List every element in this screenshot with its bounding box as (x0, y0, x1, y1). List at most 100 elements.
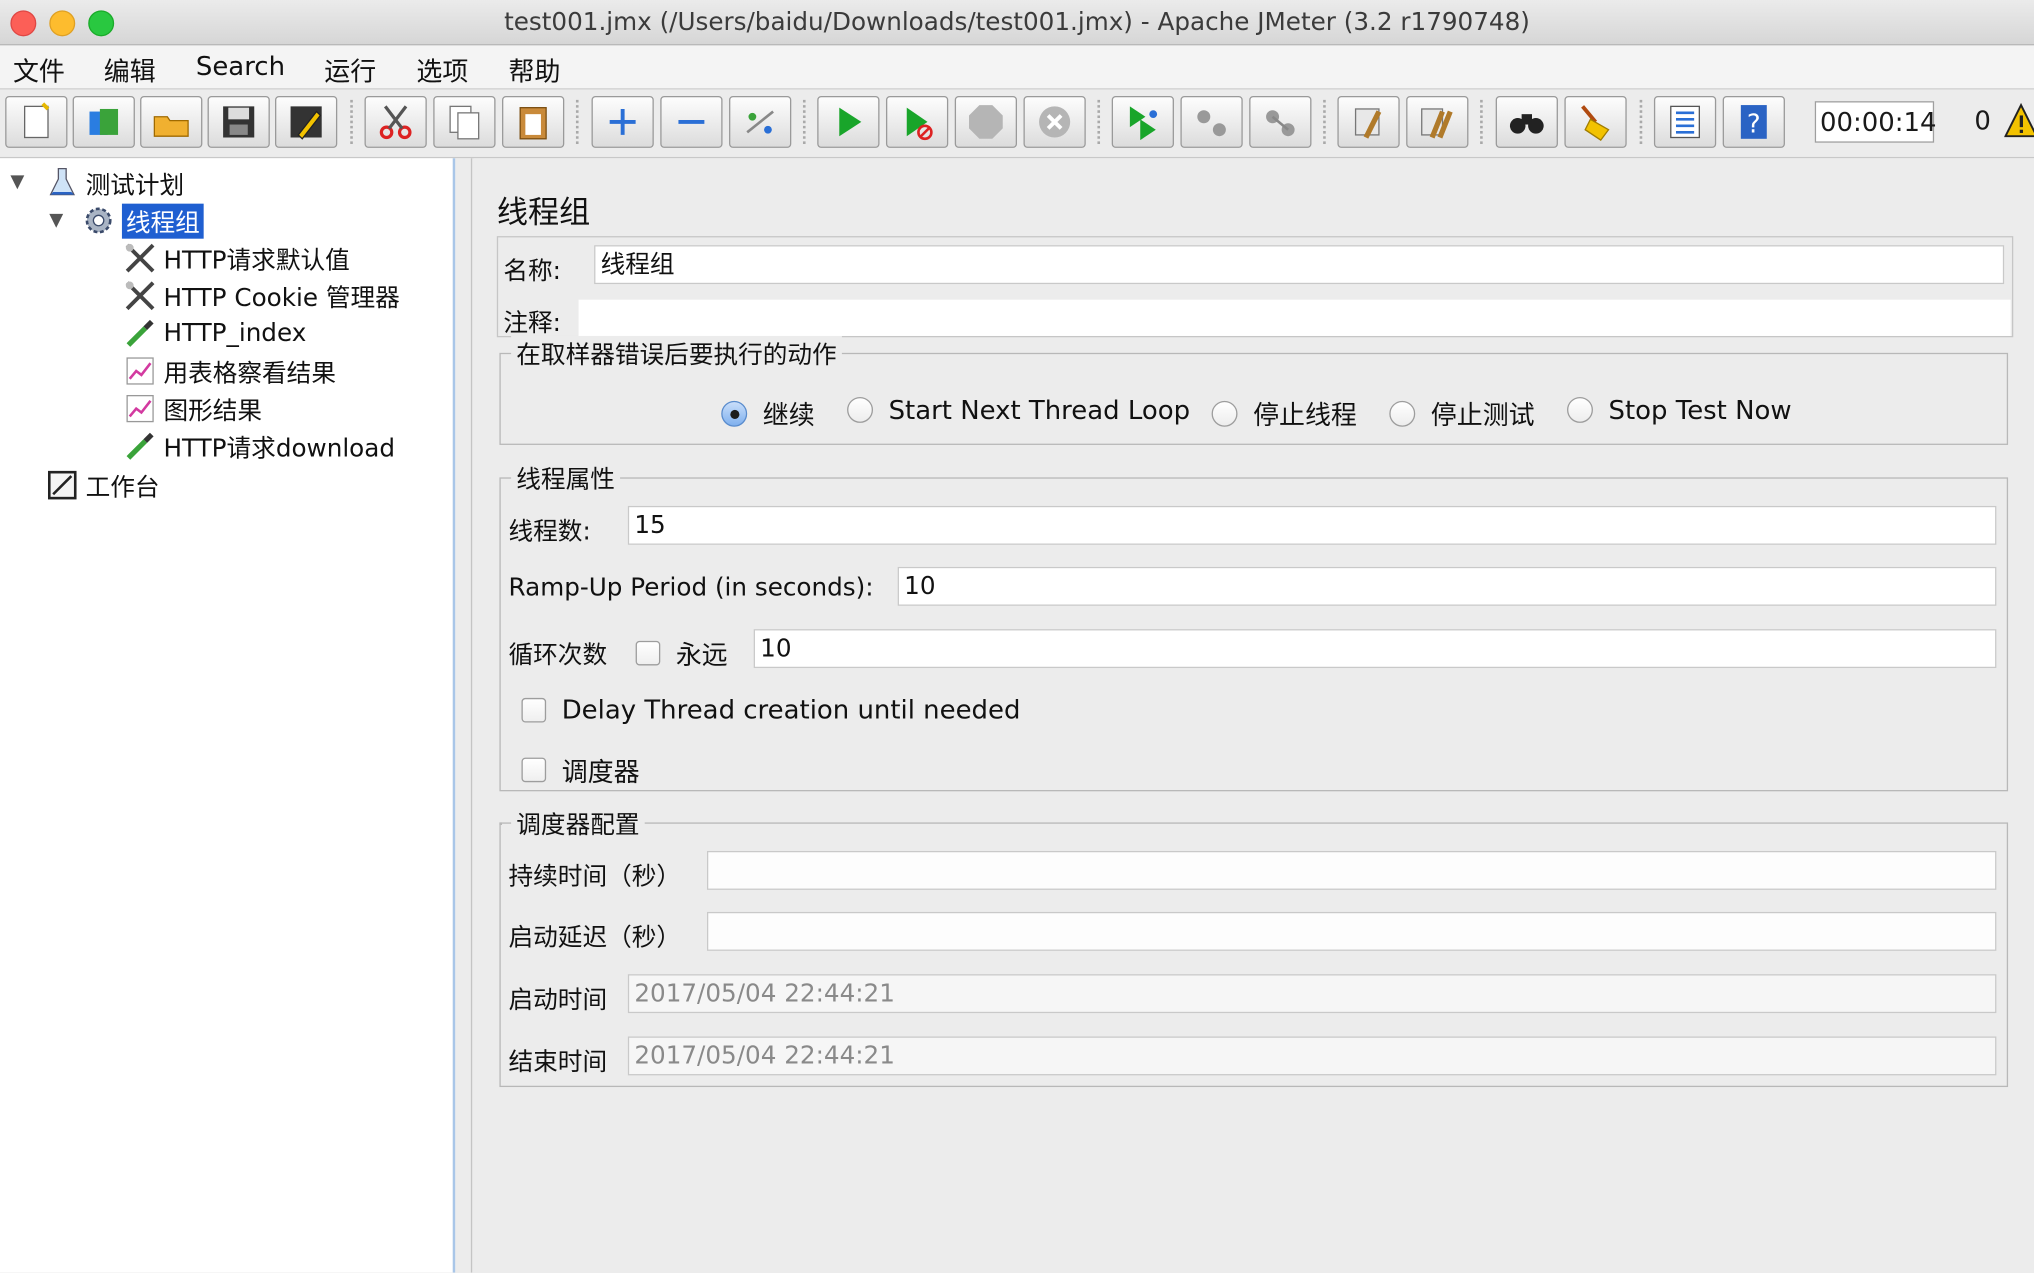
tree-item-label: 图形结果 (163, 396, 263, 425)
radio-stop-test-now[interactable]: Stop Test Now (1567, 394, 1792, 425)
radio-indicator (847, 396, 874, 423)
tree-item-workbench[interactable]: 工作台 (44, 467, 160, 503)
scheduler-checkbox[interactable]: 调度器 (521, 751, 640, 789)
checkbox-box (635, 640, 661, 666)
radio-indicator (1567, 396, 1593, 423)
menu-file[interactable]: 文件 (13, 51, 65, 89)
pipette-icon (122, 428, 158, 464)
comment-field[interactable] (578, 299, 2011, 336)
start-no-pauses-button[interactable] (885, 95, 949, 148)
shutdown-button[interactable] (1023, 95, 1086, 148)
toolbar: ? 00:00:14 0 (0, 89, 2034, 159)
radio-indicator (721, 400, 748, 427)
collapse-caret-icon[interactable]: ▼ (10, 171, 24, 192)
radio-indicator (1389, 400, 1416, 427)
tree-item-graph-results[interactable]: 图形结果 (122, 390, 262, 426)
clear-all-button[interactable] (1406, 95, 1469, 148)
reset-search-button[interactable] (1564, 95, 1627, 148)
threads-label: 线程数: (508, 517, 591, 547)
start-button[interactable] (817, 95, 880, 148)
radio-start-next-loop[interactable]: Start Next Thread Loop (847, 394, 1190, 425)
remote-stop-all-button[interactable] (1180, 95, 1243, 148)
tree-item-view-results-table[interactable]: 用表格察看结果 (122, 353, 336, 389)
save-button[interactable] (207, 95, 270, 148)
rampup-field[interactable]: 10 (897, 566, 1997, 606)
toggle-button[interactable] (729, 95, 792, 148)
save-as-icon (290, 106, 322, 140)
tree-item-label: 线程组 (121, 203, 204, 239)
name-label: 名称: (503, 256, 561, 286)
group-title: 线程属性 (511, 460, 621, 496)
radio-stop-test[interactable]: 停止测试 (1389, 394, 1535, 432)
tree-item-test-plan[interactable]: 测试计划 (44, 165, 184, 201)
forever-checkbox[interactable]: 永远 (635, 634, 728, 672)
help-icon: ? (1740, 105, 1767, 139)
duration-field[interactable] (706, 850, 1997, 890)
duration-label: 持续时间（秒） (508, 862, 682, 892)
warning-icon[interactable] (2004, 102, 2034, 138)
cut-button[interactable] (364, 95, 427, 148)
group-title: 在取样器错误后要执行的动作 (511, 335, 842, 371)
startup-delay-field[interactable] (706, 911, 1997, 951)
split-pane-divider[interactable] (455, 158, 473, 1273)
wrench-icon (122, 240, 158, 276)
tree-item-label: 测试计划 (85, 170, 185, 200)
delay-thread-creation-checkbox[interactable]: Delay Thread creation until needed (521, 694, 1020, 725)
stop-icon (969, 105, 1003, 139)
open-button[interactable] (140, 95, 203, 148)
clear-all-icon (1421, 108, 1453, 139)
svg-text:?: ? (1747, 109, 1761, 139)
cut-icon (379, 105, 412, 140)
tree-item-thread-group[interactable]: 线程组 (80, 202, 204, 239)
new-button[interactable] (5, 95, 68, 148)
start-time-field[interactable]: 2017/05/04 22:44:21 (627, 974, 1997, 1014)
pipette-icon (122, 315, 158, 351)
collapse-all-button[interactable] (660, 95, 723, 148)
tree-item-label: HTTP请求默认值 (163, 245, 350, 275)
wrench-icon (122, 278, 158, 314)
start-icon (839, 107, 862, 137)
radio-label: 继续 (762, 399, 815, 431)
shutdown-icon (1039, 106, 1071, 138)
search-button[interactable] (1495, 95, 1558, 148)
stop-button[interactable] (954, 95, 1018, 148)
loop-count-field[interactable]: 10 (753, 629, 1997, 669)
end-time-field[interactable]: 2017/05/04 22:44:21 (627, 1036, 1997, 1076)
tree-item-label: 工作台 (85, 472, 160, 502)
open-icon (153, 116, 189, 137)
menu-options[interactable]: 选项 (416, 51, 468, 89)
tree-item-http-index[interactable]: HTTP_index (122, 315, 306, 351)
clear-icon (1354, 108, 1382, 139)
checkbox-box (521, 697, 547, 722)
templates-button[interactable] (72, 95, 135, 148)
remote-start-all-button[interactable] (1111, 95, 1174, 148)
expand-all-button[interactable] (591, 95, 654, 148)
tree-item-cookie-manager[interactable]: HTTP Cookie 管理器 (122, 278, 400, 314)
remote-shutdown-all-button[interactable] (1249, 95, 1312, 148)
menu-run[interactable]: 运行 (324, 51, 376, 89)
thread-group-panel: 线程组 名称: 线程组 注释: 在取样器错误后要执行的动作 继续 Start N… (473, 158, 2034, 1273)
clear-button[interactable] (1337, 95, 1400, 148)
remote-stop-icon (1197, 110, 1226, 137)
end-time-label: 结束时间 (508, 1048, 608, 1077)
tree-item-http-defaults[interactable]: HTTP请求默认值 (122, 240, 350, 276)
test-plan-tree: ▼ 测试计划 ▼ 线程组 HTTP请求默认值 HTTP Cookie 管理器 H… (0, 158, 456, 1273)
tree-item-http-download[interactable]: HTTP请求download (122, 428, 395, 464)
save-as-button[interactable] (275, 95, 338, 148)
paste-button[interactable] (502, 95, 565, 148)
help-button[interactable]: ? (1722, 95, 1785, 148)
threads-field[interactable]: 15 (627, 505, 1997, 545)
radio-stop-thread[interactable]: 停止线程 (1211, 394, 1357, 432)
copy-button[interactable] (433, 95, 496, 148)
name-field[interactable]: 线程组 (594, 245, 2005, 285)
collapse-caret-icon[interactable]: ▼ (49, 210, 63, 231)
window-title: test001.jmx (/Users/baidu/Downloads/test… (504, 7, 1530, 37)
radio-label: 停止测试 (1430, 399, 1535, 431)
menu-help[interactable]: 帮助 (509, 51, 561, 89)
function-helper-button[interactable] (1653, 95, 1717, 148)
menu-edit[interactable]: 编辑 (104, 51, 156, 89)
menu-search[interactable]: Search (196, 51, 285, 82)
radio-continue[interactable]: 继续 (721, 394, 815, 432)
radio-label: 停止线程 (1253, 399, 1357, 431)
flask-icon (44, 165, 80, 201)
